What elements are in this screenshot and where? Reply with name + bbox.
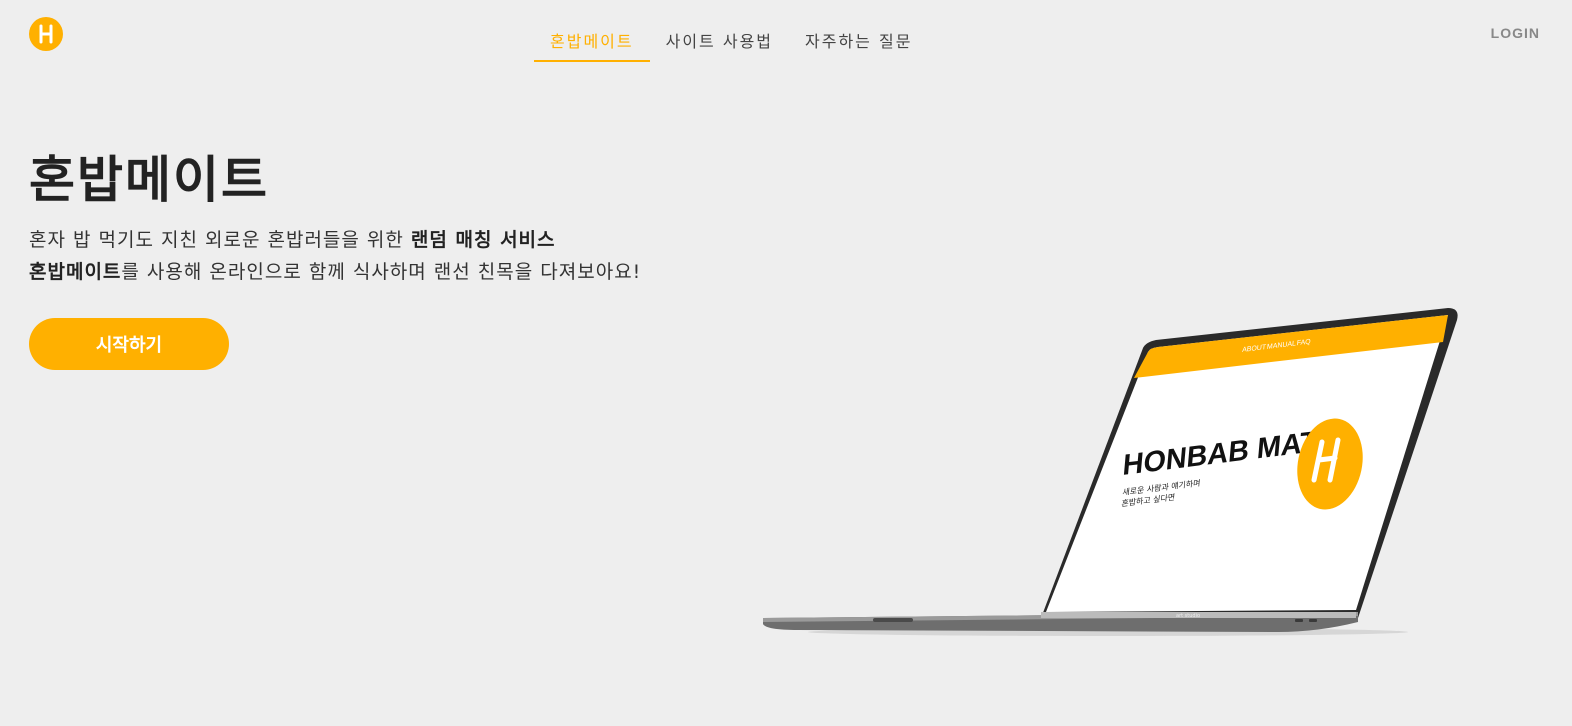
- hero-description: 혼자 밥 먹기도 지친 외로운 혼밥러들을 위한 랜덤 매칭 서비스 혼밥메이트…: [29, 224, 641, 288]
- laptop-port: [1309, 619, 1317, 622]
- logo-h-glyph: [39, 24, 53, 44]
- main-nav: 혼밥메이트 사이트 사용법 자주하는 질문: [534, 14, 928, 62]
- hero-desc-line-1: 혼자 밥 먹기도 지친 외로운 혼밥러들을 위한 랜덤 매칭 서비스: [29, 224, 641, 256]
- landing-page: 혼밥메이트 사이트 사용법 자주하는 질문 LOGIN 혼밥메이트 혼자 밥 먹…: [0, 0, 1572, 726]
- nav-item-faq[interactable]: 자주하는 질문: [789, 14, 928, 62]
- logo-icon[interactable]: [29, 17, 63, 51]
- laptop-notch: [873, 618, 913, 622]
- login-link[interactable]: LOGIN: [1491, 25, 1540, 41]
- laptop-illustration: ABOUT MANUAL FAQ HONBAB MATE 새로운 사람과 얘기하…: [763, 308, 1458, 636]
- hero-desc-text: 를 사용해 온라인으로 함께 식사하며 랜선 친목을 다져보아요!: [121, 261, 642, 283]
- start-button[interactable]: 시작하기: [29, 318, 229, 370]
- nav-item-honbabmate[interactable]: 혼밥메이트: [534, 14, 650, 62]
- hero-title: 혼밥메이트: [29, 151, 269, 209]
- hero-desc-brand: 혼밥메이트: [29, 261, 122, 283]
- nav-item-manual[interactable]: 사이트 사용법: [650, 14, 789, 62]
- hero-desc-line-2: 혼밥메이트를 사용해 온라인으로 함께 식사하며 랜선 친목을 다져보아요!: [29, 256, 641, 288]
- hero-desc-highlight: 랜덤 매칭 서비스: [410, 229, 556, 251]
- hero-desc-text: 혼자 밥 먹기도 지친 외로운 혼밥러들을 위한: [29, 229, 411, 251]
- laptop-port: [1295, 619, 1303, 622]
- laptop-brand: art studio: [1176, 613, 1200, 619]
